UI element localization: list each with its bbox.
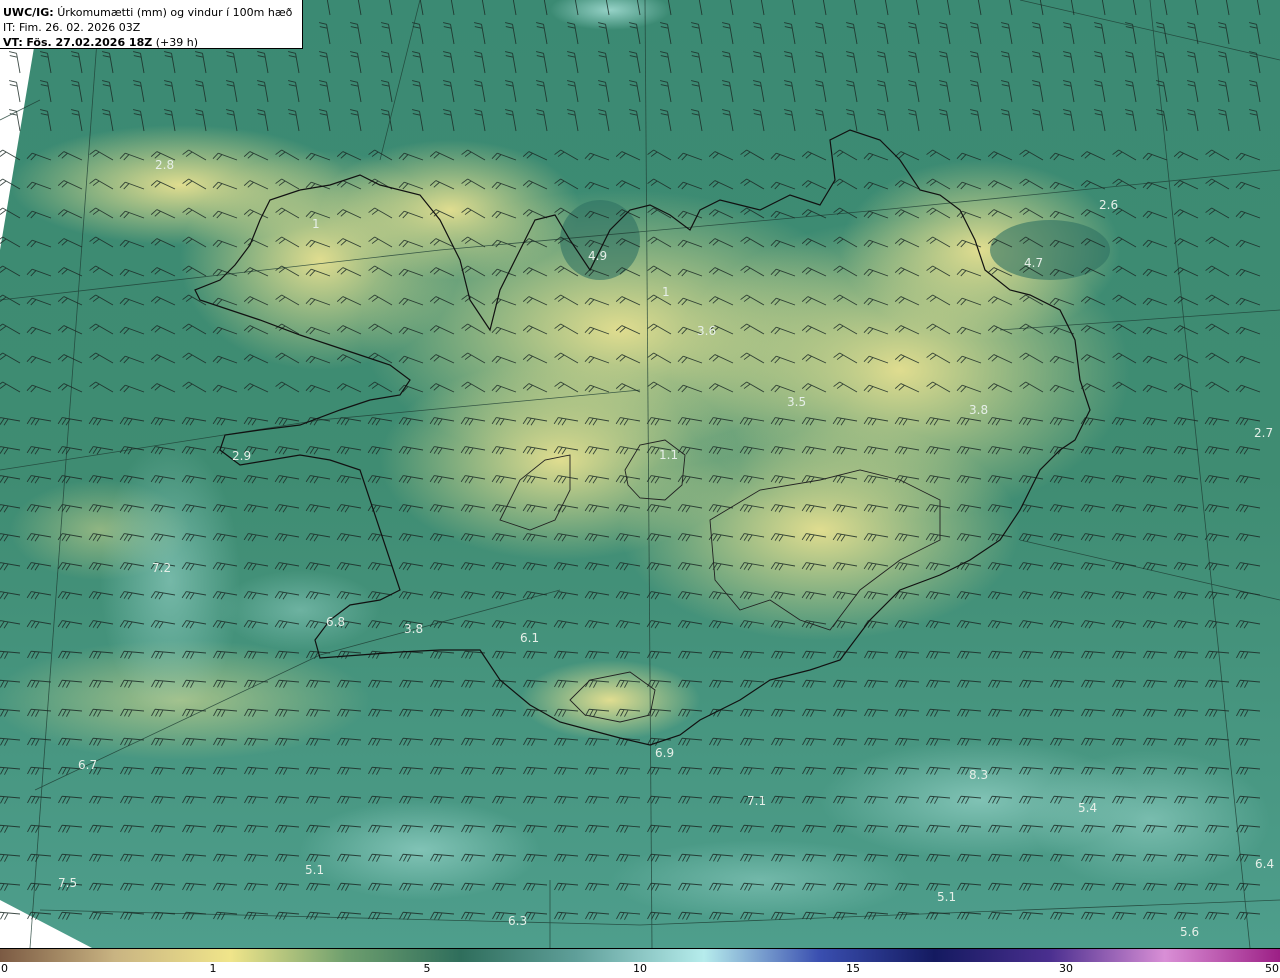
value-label: 1 <box>312 217 320 231</box>
valid-time: Fös. 27.02.2026 18Z <box>26 36 153 49</box>
colorbar-tick: 50 <box>1265 962 1279 975</box>
value-label: 6.3 <box>508 914 527 928</box>
value-label: 4.7 <box>1024 256 1043 270</box>
wind-barb <box>9 109 21 132</box>
valid-time-line: VT: Fös. 27.02.2026 18Z (+39 h) <box>3 35 302 50</box>
wind-barb <box>9 51 21 74</box>
colorbar-tick: 1 <box>209 962 217 975</box>
value-label: 5.1 <box>305 863 324 877</box>
value-label: 7.1 <box>747 794 766 808</box>
value-label: 7.2 <box>152 561 171 575</box>
value-label: 4.9 <box>588 249 607 263</box>
value-label: 1 <box>662 285 670 299</box>
colorbar-tick: 10 <box>633 962 647 975</box>
precip-colorbar <box>0 948 1280 962</box>
wind-barb <box>9 80 21 103</box>
title-line: UWC/IG: Úrkomumætti (mm) og vindur í 100… <box>3 5 302 20</box>
value-label: 2.7 <box>1254 426 1273 440</box>
lead-time: (+39 h) <box>155 36 198 49</box>
colorbar-tick: 5 <box>423 962 431 975</box>
map-title-box: UWC/IG: Úrkomumætti (mm) og vindur í 100… <box>0 0 303 49</box>
value-label: 5.1 <box>937 890 956 904</box>
precipitation-wind-map: 2.8 1 4.9 1 3.6 3.5 3.8 4.7 2.6 2.7 2.9 … <box>0 0 1280 948</box>
value-label: 5.4 <box>1078 801 1097 815</box>
init-time-line: IT: Fim. 26. 02. 2026 03Z <box>3 20 302 35</box>
value-label: 3.8 <box>404 622 423 636</box>
colorbar-tick: 15 <box>846 962 860 975</box>
value-label: 6.9 <box>655 746 674 760</box>
map-description: Úrkomumætti (mm) og vindur í 100m hæð <box>57 6 293 19</box>
value-label: 2.8 <box>155 158 174 172</box>
value-label: 2.9 <box>232 449 251 463</box>
model-name: UWC/IG: <box>3 6 54 19</box>
value-label: 6.1 <box>520 631 539 645</box>
value-label: 8.3 <box>969 768 988 782</box>
value-label: 7.5 <box>58 876 77 890</box>
wind-barb <box>0 911 21 920</box>
colorbar-tick: 30 <box>1059 962 1073 975</box>
value-label: 5.6 <box>1180 925 1199 939</box>
init-label: IT: <box>3 21 16 34</box>
value-label: 3.5 <box>787 395 806 409</box>
value-label: 3.6 <box>697 324 716 338</box>
value-label: 6.4 <box>1255 857 1274 871</box>
colorbar-tick: 0 <box>1 962 8 975</box>
value-label: 3.8 <box>969 403 988 417</box>
valid-label: VT: <box>3 36 23 49</box>
value-label: 6.7 <box>78 758 97 772</box>
value-label: 1.1 <box>659 448 678 462</box>
value-label: 2.6 <box>1099 198 1118 212</box>
init-time: Fim. 26. 02. 2026 03Z <box>18 21 141 34</box>
value-label: 6.8 <box>326 615 345 629</box>
